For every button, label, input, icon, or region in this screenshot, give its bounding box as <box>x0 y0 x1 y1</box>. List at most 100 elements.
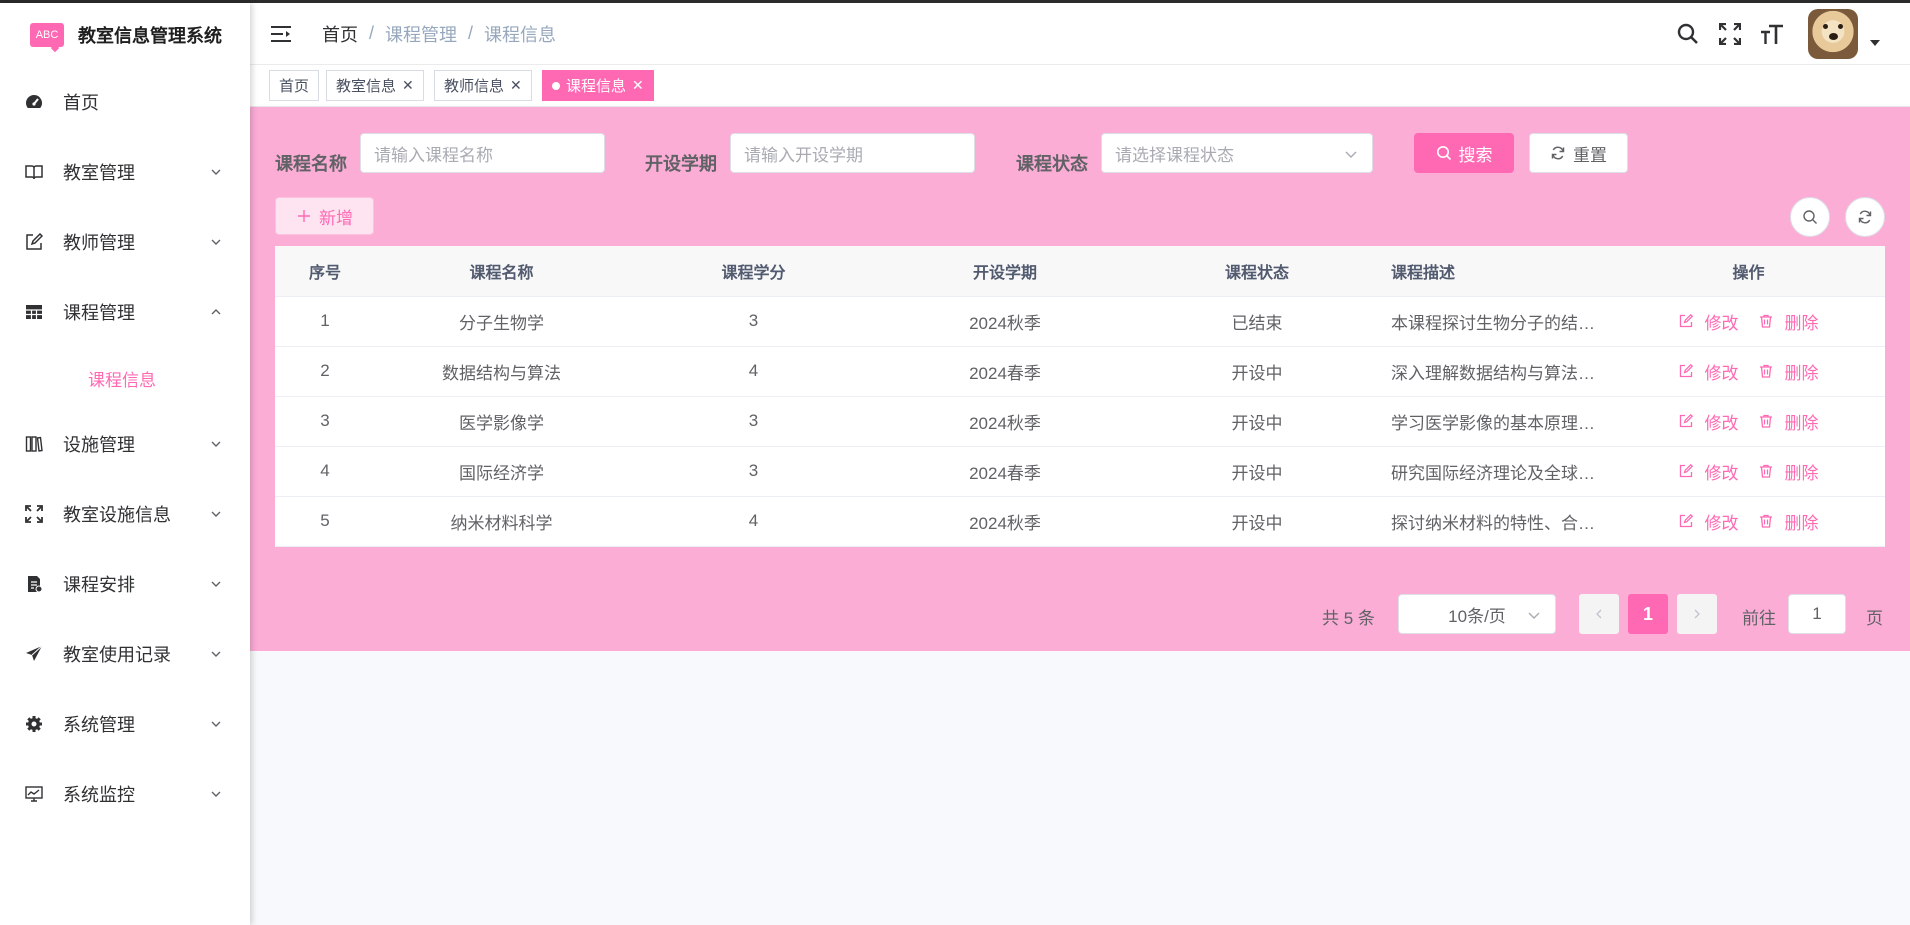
sidebar-item-schedule[interactable]: 课程安排 <box>0 549 250 619</box>
cell-term: 2024春季 <box>879 346 1131 397</box>
cell-status: 开设中 <box>1131 396 1383 447</box>
tag-label: 教师信息 <box>444 78 505 95</box>
cell-status: 开设中 <box>1131 446 1383 497</box>
delete-label: 删除 <box>1784 463 1819 483</box>
table-row[interactable]: 1 分子生物学 3 2024秋季 已结束 本课程探讨生物分子的结… 修改 删除 <box>275 296 1885 347</box>
close-icon[interactable]: ✕ <box>402 77 414 94</box>
sidebar-item-usage-record[interactable]: 教室使用记录 <box>0 619 250 689</box>
chevron-down-icon <box>1345 151 1357 158</box>
sidebar-item-home[interactable]: 首页 <box>0 67 250 137</box>
edit-button[interactable]: 修改 <box>1679 459 1739 484</box>
delete-icon <box>1759 514 1779 528</box>
gear-icon <box>25 715 43 733</box>
col-header-actions: 操作 <box>1612 246 1885 297</box>
fullscreen-icon[interactable] <box>1718 22 1742 46</box>
term-placeholder: 请输入开设学期 <box>744 145 863 165</box>
main-content: 课程名称 请输入课程名称 开设学期 请输入开设学期 课程状态 请选择课程状态 搜… <box>250 107 1910 651</box>
delete-button[interactable]: 删除 <box>1759 409 1819 434</box>
cell-credit: 4 <box>628 496 879 547</box>
col-header-term: 开设学期 <box>879 246 1131 297</box>
cell-actions: 修改 删除 <box>1612 296 1885 347</box>
table-row[interactable]: 5 纳米材料科学 4 2024秋季 开设中 探讨纳米材料的特性、合… 修改 删除 <box>275 496 1885 547</box>
delete-button[interactable]: 删除 <box>1759 309 1819 334</box>
goto-label: 前往 <box>1742 609 1776 628</box>
goto-page-input[interactable]: 1 <box>1788 594 1846 634</box>
delete-icon <box>1759 414 1779 428</box>
tag-label: 首页 <box>279 78 310 95</box>
cell-index: 2 <box>275 346 375 397</box>
course-name-input[interactable]: 请输入课程名称 <box>360 133 605 173</box>
chevron-up-icon <box>211 309 221 315</box>
sidebar-item-teacher[interactable]: 教师管理 <box>0 207 250 277</box>
cell-description: 探讨纳米材料的特性、合… <box>1383 496 1612 547</box>
caret-down-icon[interactable] <box>1870 39 1880 47</box>
chevron-down-icon <box>211 441 221 447</box>
sidebar-item-system[interactable]: 系统管理 <box>0 689 250 759</box>
sidebar-item-classroom-facility[interactable]: 教室设施信息 <box>0 479 250 549</box>
term-input[interactable]: 请输入开设学期 <box>730 133 975 173</box>
pagination-total: 共 5 条 <box>1322 609 1375 628</box>
cell-actions: 修改 删除 <box>1612 346 1885 397</box>
delete-button[interactable]: 删除 <box>1759 359 1819 384</box>
sidebar-item-label: 课程管理 <box>63 303 135 323</box>
table-header-row: 序号 课程名称 课程学分 开设学期 课程状态 课程描述 操作 <box>275 246 1885 297</box>
tag-label: 教室信息 <box>336 78 397 95</box>
search-icon[interactable] <box>1676 22 1700 46</box>
col-header-description: 课程描述 <box>1383 246 1612 297</box>
tag-home[interactable]: 首页 <box>269 70 320 101</box>
prev-page-button[interactable] <box>1579 594 1619 634</box>
delete-icon <box>1759 314 1779 328</box>
cell-credit: 3 <box>628 396 879 447</box>
breadcrumb-home[interactable]: 首页 <box>322 21 358 47</box>
page-number-button[interactable]: 1 <box>1628 594 1668 634</box>
add-button-label: 新增 <box>319 208 353 228</box>
sidebar-item-monitor[interactable]: 系统监控 <box>0 759 250 829</box>
delete-button[interactable]: 删除 <box>1759 459 1819 484</box>
sidebar-menu: 首页 教室管理 教师管理 课程管理 课程信息 设施管理 教室设施信息 课程安排 … <box>0 67 250 829</box>
table-row[interactable]: 2 数据结构与算法 4 2024春季 开设中 深入理解数据结构与算法… 修改 删除 <box>275 346 1885 397</box>
refresh-table-button[interactable] <box>1845 197 1885 237</box>
cell-term: 2024秋季 <box>879 396 1131 447</box>
avatar[interactable] <box>1808 9 1858 59</box>
tag-course-info[interactable]: 课程信息 ✕ <box>542 70 654 101</box>
edit-label: 修改 <box>1704 463 1739 483</box>
sidebar-item-classroom[interactable]: 教室管理 <box>0 137 250 207</box>
reset-button[interactable]: 重置 <box>1529 133 1628 173</box>
search-button[interactable]: 搜索 <box>1414 133 1514 173</box>
close-icon[interactable]: ✕ <box>632 77 644 94</box>
delete-icon <box>1759 364 1779 378</box>
status-select[interactable]: 请选择课程状态 <box>1101 133 1373 173</box>
page-size-select[interactable]: 10条/页 <box>1398 594 1556 634</box>
sidebar-item-facility[interactable]: 设施管理 <box>0 409 250 479</box>
page-size-value: 10条/页 <box>1448 606 1506 626</box>
table-row[interactable]: 4 国际经济学 3 2024春季 开设中 研究国际经济理论及全球… 修改 删除 <box>275 446 1885 497</box>
font-size-icon[interactable] <box>1760 22 1784 46</box>
col-header-index: 序号 <box>275 246 375 297</box>
breadcrumb-current: 课程信息 <box>484 24 557 45</box>
tag-classroom-info[interactable]: 教室信息 ✕ <box>326 70 424 101</box>
hamburger-icon[interactable] <box>270 24 292 44</box>
edit-button[interactable]: 修改 <box>1679 509 1739 534</box>
next-page-button[interactable] <box>1677 594 1717 634</box>
table-row[interactable]: 3 医学影像学 3 2024秋季 开设中 学习医学影像的基本原理… 修改 删除 <box>275 396 1885 447</box>
tag-teacher-info[interactable]: 教师信息 ✕ <box>434 70 532 101</box>
edit-button[interactable]: 修改 <box>1679 409 1739 434</box>
sidebar-subitem-course-info[interactable]: 课程信息 <box>0 347 250 409</box>
close-icon[interactable]: ✕ <box>510 77 522 94</box>
cell-course-name: 纳米材料科学 <box>375 496 628 547</box>
cell-description: 深入理解数据结构与算法… <box>1383 346 1612 397</box>
cell-credit: 4 <box>628 346 879 397</box>
delete-button[interactable]: 删除 <box>1759 509 1819 534</box>
chevron-down-icon <box>211 721 221 727</box>
sidebar-item-course[interactable]: 课程管理 <box>0 277 250 347</box>
toggle-search-button[interactable] <box>1790 197 1830 237</box>
edit-button[interactable]: 修改 <box>1679 309 1739 334</box>
breadcrumb-separator: / <box>369 23 375 43</box>
add-button[interactable]: 新增 <box>275 197 374 235</box>
edit-button[interactable]: 修改 <box>1679 359 1739 384</box>
tags-view: 首页 教室信息 ✕ 教师信息 ✕ 课程信息 ✕ <box>250 65 1910 107</box>
navbar: 首页 / 课程管理 / 课程信息 <box>250 3 1910 65</box>
logo[interactable]: ABC 教室信息管理系统 <box>0 3 250 67</box>
sidebar: ABC 教室信息管理系统 首页 教室管理 教师管理 课程管理 课程信息 设施管理… <box>0 3 250 925</box>
edit-icon <box>1679 364 1699 378</box>
